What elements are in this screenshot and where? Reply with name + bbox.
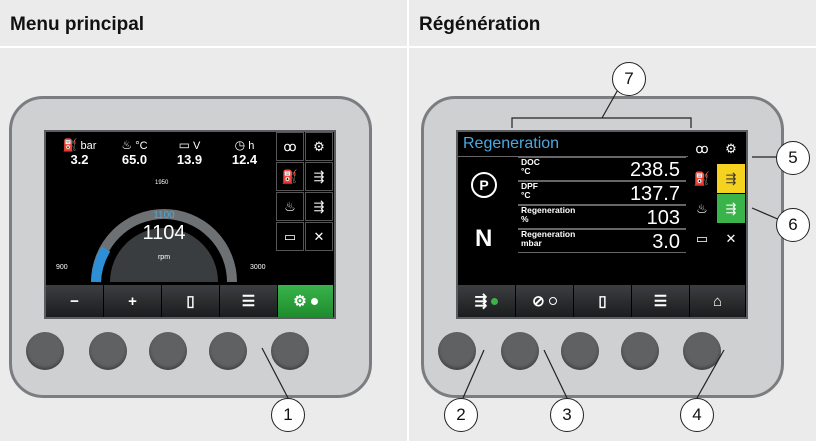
figure: Menu principal ⛽ bar 3.2 ♨ °C 65.0 ▭ V 1… (0, 0, 816, 441)
leader-lines (261, 85, 790, 399)
callout-2: 2 (444, 398, 478, 432)
callout-3: 3 (550, 398, 584, 432)
callout-5: 5 (776, 141, 810, 175)
callout-6: 6 (776, 208, 810, 242)
callout-4: 4 (680, 398, 714, 432)
callout-7: 7 (612, 62, 646, 96)
callout-1: 1 (271, 398, 305, 432)
